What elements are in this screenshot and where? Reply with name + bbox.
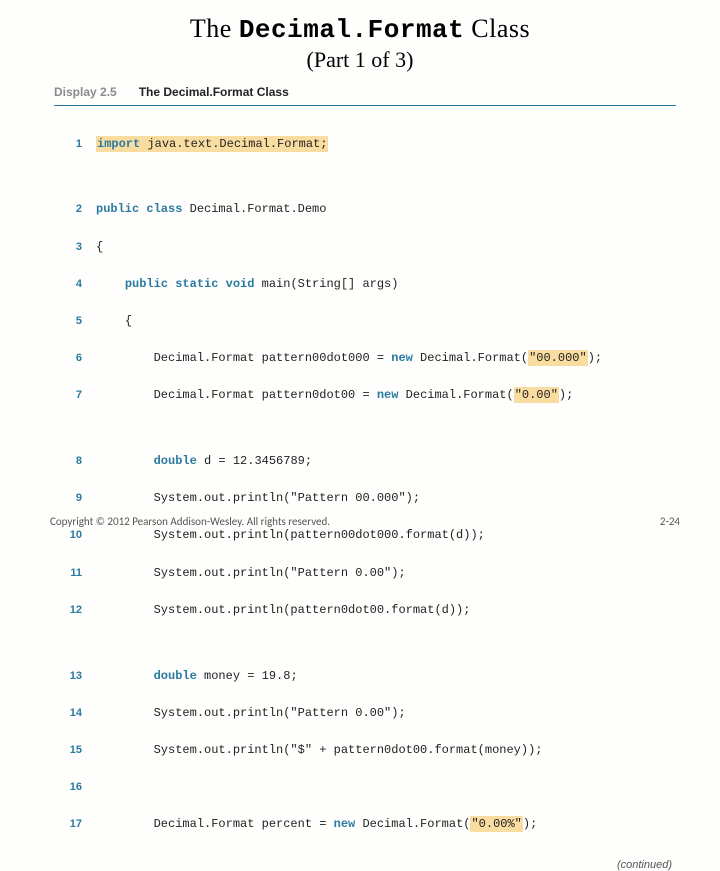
line-number: 11 <box>54 565 82 582</box>
title-part-b: Decimal.Format <box>239 15 464 45</box>
slide-title: The Decimal.Format Class <box>0 0 720 45</box>
display-title: The Decimal.Format Class <box>121 85 289 99</box>
line-number: 5 <box>54 313 82 330</box>
line-number: 16 <box>54 779 82 796</box>
display-header: Display 2.5 The Decimal.Format Class <box>0 83 720 101</box>
line-number: 1 <box>54 136 82 153</box>
title-part-c: Class <box>464 14 530 43</box>
slide-subtitle: (Part 1 of 3) <box>0 45 720 83</box>
line-number: 10 <box>54 527 82 544</box>
line-number: 4 <box>54 276 82 293</box>
line-number: 15 <box>54 742 82 759</box>
line-number: 3 <box>54 239 82 256</box>
line-number: 17 <box>54 816 82 833</box>
line-number: 2 <box>54 201 82 218</box>
code-block: 1import java.text.Decimal.Format; 2publi… <box>0 116 720 853</box>
title-part-a: The <box>190 14 239 43</box>
line-number: 6 <box>54 350 82 367</box>
line-number: 7 <box>54 387 82 404</box>
footer: Copyright © 2012 Pearson Addison-Wesley.… <box>50 515 680 528</box>
line-number: 12 <box>54 602 82 619</box>
line-number: 8 <box>54 453 82 470</box>
line-number: 13 <box>54 668 82 685</box>
continued-label: (continued) <box>0 853 720 871</box>
display-label: Display 2.5 <box>0 85 117 99</box>
line-number: 9 <box>54 490 82 507</box>
header-rule <box>54 105 676 106</box>
copyright-text: Copyright © 2012 Pearson Addison-Wesley.… <box>50 515 330 528</box>
page-number: 2-24 <box>660 515 680 528</box>
line-number: 14 <box>54 705 82 722</box>
